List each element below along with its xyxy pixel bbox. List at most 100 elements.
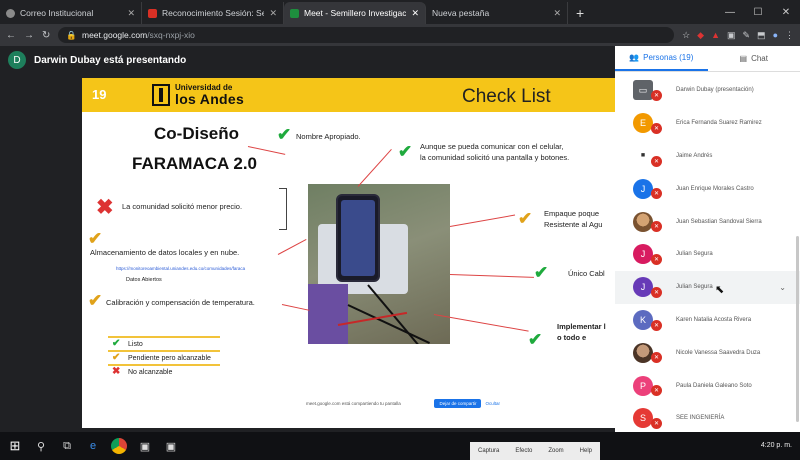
extension-icon[interactable]: ◆ <box>697 30 704 41</box>
profile-icon[interactable]: ● <box>773 30 778 41</box>
url-bar[interactable]: 🔒 meet.google.com/sxq-nxpj-xio <box>58 27 675 43</box>
participant-name: Julian Segura <box>676 284 713 291</box>
shared-slide: 19 Universidad de los Andes Check List C… <box>82 78 615 428</box>
connector-line <box>277 239 307 255</box>
panel-scrollbar[interactable] <box>796 236 799 422</box>
extension-icon[interactable]: ▲ <box>711 30 720 41</box>
participant-row[interactable]: ■ ✕ Jaime Andrés <box>615 140 800 173</box>
url-path: /sxq-nxpj-xio <box>147 30 195 40</box>
extension-icon[interactable]: ▣ <box>727 30 736 41</box>
app-icon[interactable]: ▣ <box>162 437 180 455</box>
tab-nueva[interactable]: Nueva pestaña ✕ <box>426 2 568 24</box>
search-icon[interactable]: ⚲ <box>32 437 50 455</box>
participant-avatar: K <box>633 309 653 330</box>
star-icon[interactable]: ☆ <box>682 30 690 41</box>
participant-row[interactable]: J ✕ Julian Segura ⌄ ⬉ <box>615 270 800 304</box>
tab-title: Meet - Semillero Investigac... <box>304 8 407 18</box>
extension-icon[interactable]: ⬒ <box>757 30 766 41</box>
connector-line <box>449 214 516 227</box>
participant-row[interactable]: ✕ Nicole Vanessa Saavedra Duza <box>615 336 800 369</box>
participant-row[interactable]: J ✕ Julian Segura <box>615 238 800 271</box>
close-tab-icon[interactable]: ✕ <box>411 8 419 19</box>
forward-icon[interactable]: → <box>24 30 34 41</box>
participant-row[interactable]: ✕ Juan Sebastian Sandoval Sierra <box>615 205 800 238</box>
item-link: https://monitoreoambiental.uniandes.edu.… <box>116 266 246 271</box>
participant-row[interactable]: E ✕ Erica Fernanda Suarez Ramirez <box>615 107 800 140</box>
check-icon: ✔ <box>277 125 292 144</box>
app-icon[interactable]: ▣ <box>136 437 154 455</box>
tab-people[interactable]: 👥 Personas (19) <box>615 46 708 71</box>
participant-row[interactable]: P ✕ Paula Daniela Galeano Soto <box>615 369 800 402</box>
mic-off-icon: ✕ <box>651 188 662 200</box>
participant-avatar: J <box>633 178 653 199</box>
participant-row[interactable]: ▭ ✕ Darwin Dubay (presentación) <box>615 74 800 107</box>
zoom-control[interactable]: Zoom <box>548 448 563 454</box>
participant-name: Darwin Dubay (presentación) <box>676 87 754 94</box>
mic-off-icon: ✕ <box>651 417 662 429</box>
extensions: ☆ ◆ ▲ ▣ ✎ ⬒ ● ⋮ <box>682 30 794 41</box>
close-tab-icon[interactable]: ✕ <box>553 8 561 19</box>
menu-icon[interactable]: ⋮ <box>785 30 794 41</box>
phone-image <box>336 194 380 282</box>
presenting-label: Darwin Dubay está presentando <box>34 54 187 66</box>
mic-off-icon: ✕ <box>651 385 662 397</box>
capture-control[interactable]: Captura <box>478 448 499 454</box>
tab-title: Correo Institucional <box>20 8 94 18</box>
hide-button[interactable]: Ocultar <box>485 401 500 406</box>
tab-title: Reconocimiento Sesión: Semillero <box>162 8 265 18</box>
participant-photo <box>633 342 653 363</box>
hand-image <box>308 284 348 344</box>
tab-correo[interactable]: Correo Institucional ✕ <box>0 2 142 24</box>
mic-off-icon: ✕ <box>651 319 662 331</box>
minimize-icon[interactable]: — <box>716 7 744 18</box>
participant-row[interactable]: J ✕ Juan Enrique Morales Castro <box>615 172 800 205</box>
participant-photo <box>633 211 653 232</box>
participant-row[interactable]: K ✕ Karen Natalia Acosta Rivera <box>615 304 800 337</box>
new-tab-button[interactable]: + <box>568 2 592 24</box>
system-tray: 4:20 p. m. <box>761 442 800 450</box>
item-nombre: Nombre Apropiado. <box>296 132 361 141</box>
cross-icon: ✖ <box>112 366 121 377</box>
close-window-icon[interactable]: ✕ <box>772 7 800 18</box>
task-view-icon[interactable]: ⧉ <box>58 437 76 455</box>
windows-start-icon[interactable]: ⊞ <box>6 437 24 455</box>
presentation-stage: 19 Universidad de los Andes Check List C… <box>0 74 615 432</box>
participant-row[interactable]: S ✕ SEE INGENIERÍA <box>615 402 800 435</box>
item-precio: La comunidad solicitó menor precio. <box>122 202 243 211</box>
app-icon[interactable] <box>110 437 128 455</box>
chevron-down-icon[interactable]: ⌄ <box>779 283 786 292</box>
reload-icon[interactable]: ↻ <box>42 30 50 41</box>
slide-subtitle: FARAMACA 2.0 <box>132 154 257 173</box>
check-icon: ✔ <box>534 263 549 282</box>
effect-control[interactable]: Efecto <box>515 448 532 454</box>
participant-avatar: P <box>633 375 653 396</box>
mic-off-icon: ✕ <box>651 90 662 101</box>
people-icon: 👥 <box>629 53 640 62</box>
close-tab-icon[interactable]: ✕ <box>127 8 135 19</box>
floating-controls: Captura Efecto Zoom Help <box>470 442 600 460</box>
participant-avatar: J <box>633 277 653 298</box>
tab-reconocimiento[interactable]: Reconocimiento Sesión: Semillero ✕ <box>142 2 284 24</box>
mic-off-icon: ✕ <box>651 352 662 364</box>
extension-icon[interactable]: ✎ <box>743 30 751 41</box>
back-icon[interactable]: ← <box>6 30 16 41</box>
item-datos: Datos Abiertos <box>126 277 162 283</box>
maximize-icon[interactable]: ☐ <box>744 7 772 18</box>
tab-chat[interactable]: ▤ Chat <box>708 46 800 71</box>
participant-avatar: S <box>633 408 653 429</box>
participant-avatar: J <box>633 244 653 265</box>
stop-sharing-button[interactable]: Dejar de compartir <box>434 398 482 408</box>
edge-icon[interactable]: e <box>84 437 102 455</box>
people-panel: 👥 Personas (19) ▤ Chat ▭ ✕ Darwin Dubay … <box>615 46 800 432</box>
item-calibracion: Calibración y compensación de temperatur… <box>106 298 255 307</box>
check-icon: ✔ <box>88 229 103 248</box>
mic-off-icon: ✕ <box>651 155 662 167</box>
help-control[interactable]: Help <box>580 448 592 454</box>
close-tab-icon[interactable]: ✕ <box>269 8 277 19</box>
meet-favicon-icon <box>290 8 299 18</box>
presenting-header: D Darwin Dubay está presentando <box>0 46 615 74</box>
participant-list: ▭ ✕ Darwin Dubay (presentación) E ✕ Eric… <box>615 74 800 435</box>
mic-off-icon: ✕ <box>651 221 662 233</box>
url-host: meet.google.com <box>81 30 148 40</box>
tab-meet[interactable]: Meet - Semillero Investigac... ✕ <box>284 2 426 24</box>
